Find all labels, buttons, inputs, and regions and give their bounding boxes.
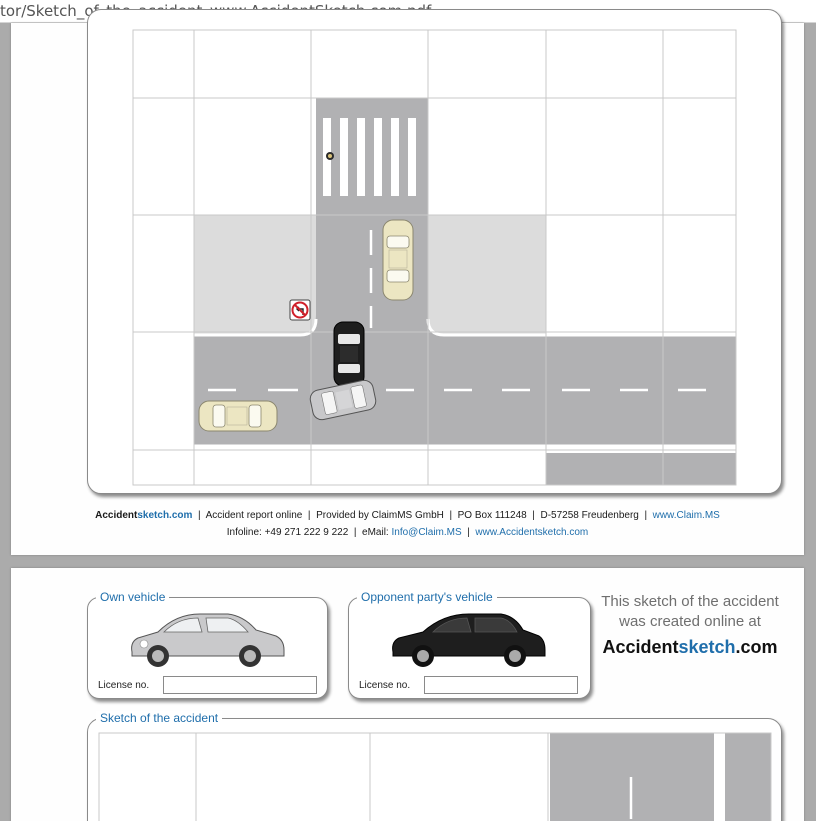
pdf-page-2: Own vehicle License no. Opponent party's… — [11, 568, 804, 821]
footer-infoline: Infoline: +49 271 222 9 222 — [226, 527, 349, 538]
promo-brand: Accidentsketch.com — [602, 637, 778, 657]
accident-sketch — [132, 29, 737, 486]
footer-sep: | — [532, 510, 535, 521]
promo-block: This sketch of the accident was created … — [596, 592, 784, 658]
opponent-vehicle-title: Opponent party's vehicle — [357, 590, 497, 604]
no-left-turn-sign-icon — [289, 299, 311, 321]
footer-brand-b: sketch.com — [137, 510, 193, 521]
email-link[interactable]: Info@Claim.MS — [391, 527, 461, 538]
footer-line-1: Accidentsketch.com | Accident report onl… — [11, 510, 804, 521]
footer-sep: | — [353, 527, 357, 538]
beige-car-horizontal — [198, 400, 278, 432]
sketch-frame — [87, 9, 782, 494]
sketch2-canvas — [98, 732, 772, 821]
beige-car-vertical — [382, 219, 414, 301]
accidentsketch-link[interactable]: www.Accidentsketch.com — [475, 527, 588, 538]
black-car-side-icon — [392, 613, 546, 667]
sketch2-frame: Sketch of the accident — [87, 711, 782, 821]
footer-email-label: eMail: — [362, 527, 389, 538]
footer-sep: | — [644, 510, 648, 521]
footer-sep: | — [449, 510, 453, 521]
own-license-field[interactable] — [163, 676, 317, 694]
pedestrian-icon — [326, 152, 334, 160]
silver-car-side-icon — [131, 613, 285, 667]
own-license-label: License no. — [98, 680, 150, 691]
pdf-page-1: Accidentsketch.com | Accident report onl… — [11, 9, 804, 555]
promo-line1: This sketch of the accident — [601, 593, 779, 610]
footer-text1: Accident report online — [205, 510, 303, 521]
opponent-vehicle-box: Opponent party's vehicle License no. — [348, 590, 591, 699]
footer-text3: PO Box 111248 — [457, 510, 527, 521]
footer-line-2: Infoline: +49 271 222 9 222 | eMail: Inf… — [11, 527, 804, 538]
opponent-license-label: License no. — [359, 680, 411, 691]
footer-sep: | — [307, 510, 311, 521]
footer-text2: Provided by ClaimMS GmbH — [316, 510, 444, 521]
black-car-vertical — [333, 321, 365, 387]
own-vehicle-box: Own vehicle License no. — [87, 590, 328, 699]
footer-brand-a: Accident — [95, 510, 138, 521]
own-vehicle-title: Own vehicle — [96, 590, 170, 604]
footer-sep: | — [197, 510, 201, 521]
promo-line2: was created online at — [619, 613, 761, 630]
claim-ms-link[interactable]: www.Claim.MS — [653, 510, 720, 521]
footer-text4: D-57258 Freudenberg — [540, 510, 639, 521]
opponent-license-field[interactable] — [424, 676, 578, 694]
footer-sep: | — [467, 527, 470, 538]
